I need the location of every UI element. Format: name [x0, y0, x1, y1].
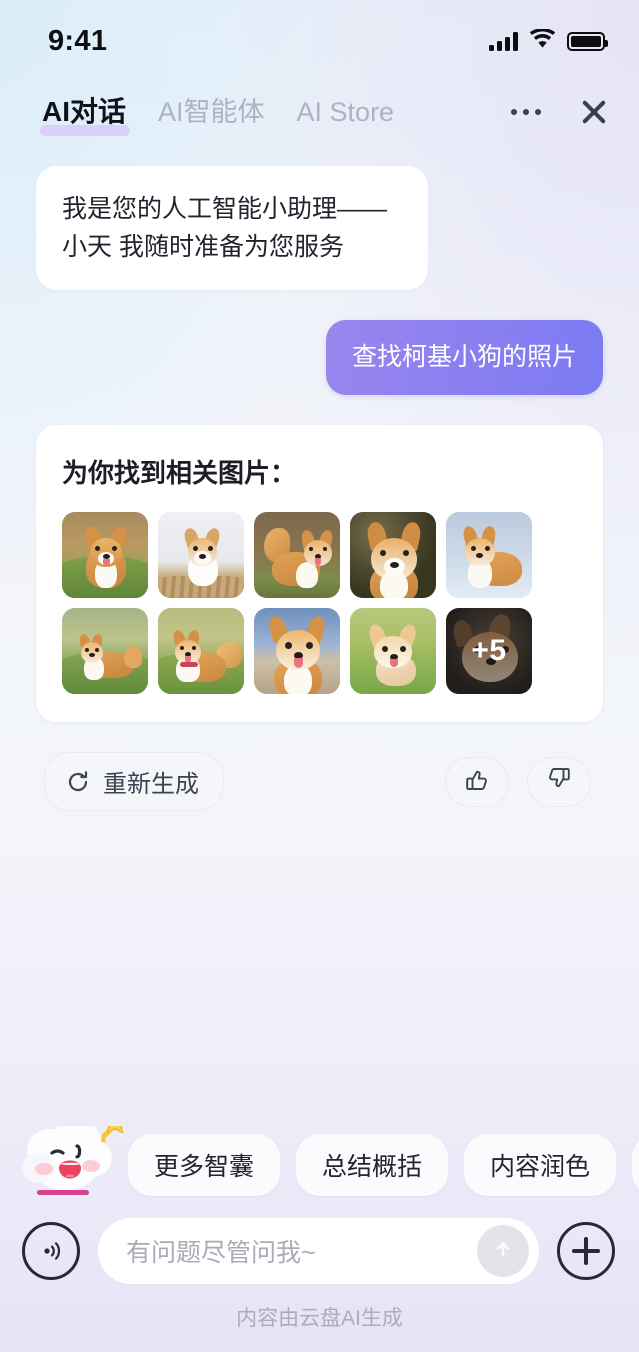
image-result-title: 为你找到相关图片：	[62, 458, 297, 488]
refresh-icon	[65, 769, 91, 795]
bottom-bar: 更多智囊 总结概括 内容润色 翻译 有问题尽管问我~	[0, 1126, 639, 1352]
input-bar: 有问题尽管问我~	[0, 1204, 639, 1294]
user-message-row: 查找柯基小狗的照片	[36, 320, 603, 395]
image-thumbnail[interactable]	[350, 512, 436, 598]
signal-bars-icon	[489, 31, 518, 51]
image-thumbnail[interactable]	[446, 512, 532, 598]
image-thumbnail[interactable]	[158, 608, 244, 694]
status-bar: 9:41	[0, 0, 639, 68]
header-actions	[511, 97, 609, 127]
image-result-row: 为你找到相关图片： +5	[36, 425, 603, 722]
ai-disclaimer: 内容由云盘AI生成	[236, 1307, 403, 1330]
more-dots-icon[interactable]	[511, 109, 541, 115]
image-thumbnail-grid: +5	[58, 512, 581, 694]
image-thumbnail[interactable]	[158, 512, 244, 598]
image-thumbnail[interactable]	[254, 608, 340, 694]
close-icon[interactable]	[579, 97, 609, 127]
suggestion-chip-translate[interactable]: 翻译	[632, 1134, 639, 1196]
cloud-mascot-icon	[14, 1126, 132, 1204]
send-arrow-icon	[490, 1236, 516, 1267]
message-input-field[interactable]: 有问题尽管问我~	[98, 1218, 539, 1284]
user-message-bubble: 查找柯基小狗的照片	[325, 320, 603, 395]
assistant-message-bubble: 我是您的人工智能小助理——小天 我随时准备为您服务	[36, 166, 428, 290]
tab-ai-chat[interactable]: AI对话	[39, 90, 131, 136]
more-images-count: +5	[471, 634, 507, 667]
image-thumbnail[interactable]	[62, 512, 148, 598]
image-thumbnail-more[interactable]: +5	[446, 608, 532, 694]
wifi-icon	[529, 27, 556, 54]
assistant-message-row: 我是您的人工智能小助理——小天 我随时准备为您服务	[36, 166, 603, 290]
message-input-placeholder[interactable]: 有问题尽管问我~	[126, 1233, 477, 1269]
tab-ai-store[interactable]: AI Store	[297, 97, 395, 132]
suggestion-chip-more-think-tank[interactable]: 更多智囊	[128, 1134, 281, 1196]
thumbs-down-icon	[546, 766, 572, 797]
dislike-button[interactable]	[527, 756, 591, 807]
regenerate-label: 重新生成	[103, 771, 199, 798]
suggestion-chips: 更多智囊 总结概括 内容润色 翻译	[0, 1126, 639, 1204]
suggestion-chip-summarize[interactable]: 总结概括	[296, 1134, 449, 1196]
voice-wave-icon[interactable]	[22, 1222, 80, 1280]
tab-bar: AI对话 AI智能体 AI Store	[39, 90, 511, 136]
app-header: AI对话 AI智能体 AI Store	[0, 68, 639, 138]
image-thumbnail[interactable]	[350, 608, 436, 694]
regenerate-button[interactable]: 重新生成	[44, 752, 224, 811]
image-thumbnail[interactable]	[62, 608, 148, 694]
status-time: 9:41	[48, 24, 108, 57]
image-result-card: 为你找到相关图片： +5	[36, 425, 603, 722]
image-thumbnail[interactable]	[254, 512, 340, 598]
conversation: 我是您的人工智能小助理——小天 我随时准备为您服务 查找柯基小狗的照片 为你找到…	[0, 138, 639, 811]
send-button[interactable]	[477, 1225, 529, 1277]
tab-ai-agent[interactable]: AI智能体	[158, 90, 265, 133]
suggestion-chip-polish[interactable]: 内容润色	[464, 1134, 617, 1196]
plus-icon[interactable]	[557, 1222, 615, 1280]
thumbs-up-icon	[464, 766, 490, 797]
status-icons	[489, 27, 608, 54]
battery-icon	[567, 31, 608, 51]
like-button[interactable]	[445, 756, 509, 807]
message-actions: 重新生成	[36, 752, 603, 811]
